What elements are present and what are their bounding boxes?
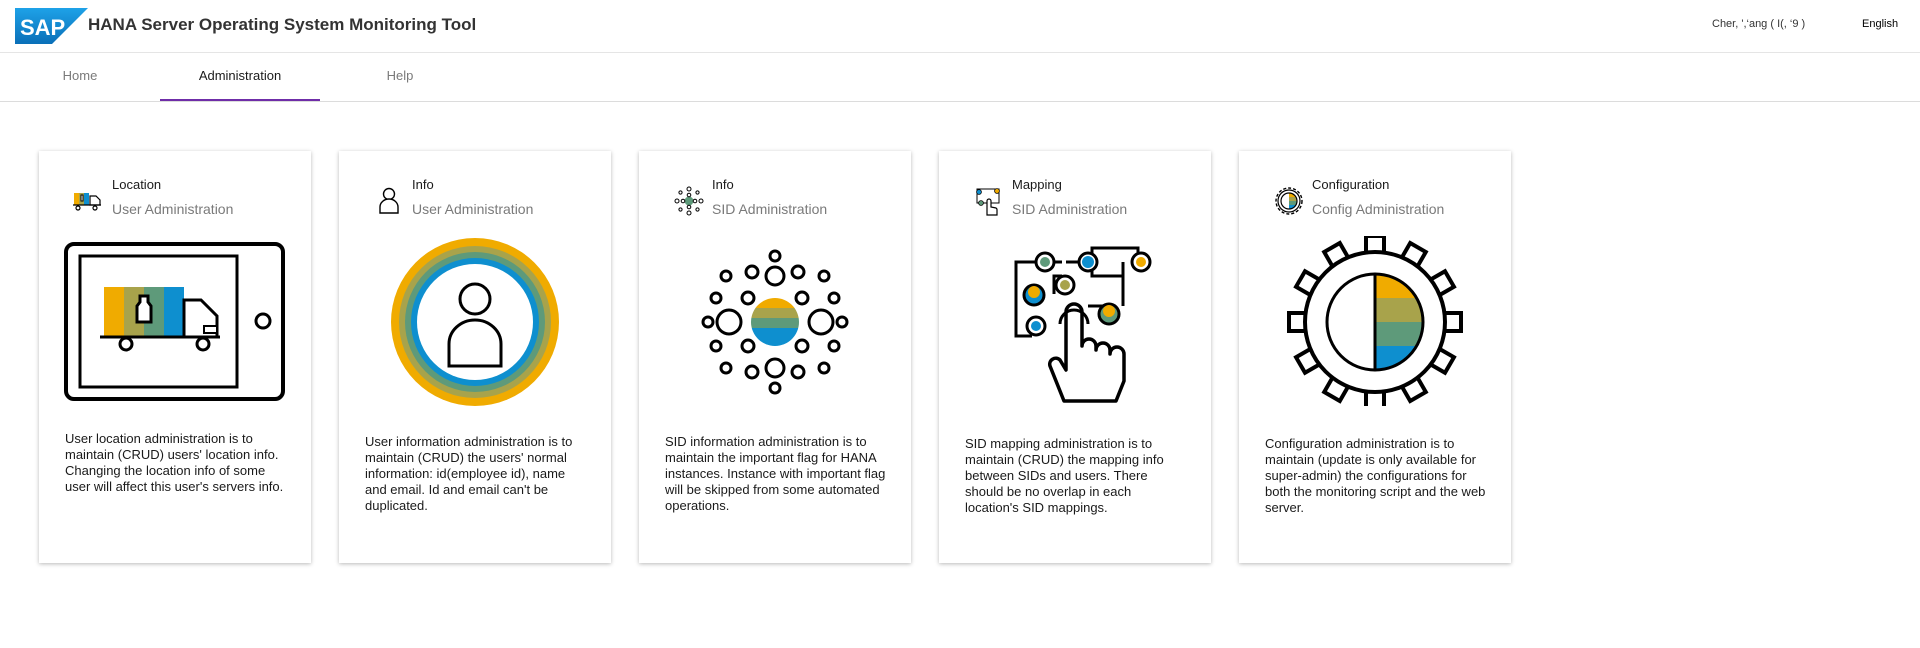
tab-help[interactable]: Help — [360, 53, 440, 99]
top-bar: SAP HANA Server Operating System Monitor… — [0, 0, 1920, 53]
tablet-truck-illustration — [64, 242, 285, 401]
card-title: Mapping — [1012, 177, 1062, 192]
location-user-admin-card[interactable]: Location User Administration User locati… — [39, 151, 311, 563]
app-title: HANA Server Operating System Monitoring … — [88, 15, 477, 34]
card-title: Configuration — [1312, 177, 1390, 192]
card-subtitle: Config Administration — [1312, 201, 1445, 217]
tab-administration[interactable]: Administration — [160, 53, 320, 101]
truck-icon — [73, 193, 101, 211]
sap-logo-text: SAP — [20, 15, 65, 40]
card-subtitle: SID Administration — [1012, 201, 1128, 217]
tab-home[interactable]: Home — [40, 53, 120, 99]
card-title: Location — [112, 177, 162, 192]
mapping-touch-icon — [976, 188, 1000, 216]
language-selector[interactable]: English — [1862, 18, 1898, 30]
card-title: Info — [712, 177, 734, 192]
card-subtitle: User Administration — [412, 201, 534, 217]
tab-bar: Home Administration Help — [0, 53, 1920, 102]
card-description: Configuration administration is to maint… — [1265, 436, 1486, 515]
info-user-admin-card[interactable]: Info User Administration User informatio… — [339, 151, 611, 563]
info-sid-admin-card[interactable]: Info SID Administration SID information … — [639, 151, 911, 563]
sap-logo[interactable]: SAP — [15, 8, 88, 44]
person-icon — [379, 187, 399, 214]
mapping-sid-admin-card[interactable]: Mapping SID Administration SID mapping a… — [939, 151, 1211, 563]
user-name[interactable]: Cher, ',‘ang ( I(, ‘9 ) — [1712, 18, 1805, 30]
person-circle-illustration — [391, 238, 559, 406]
card-description: User location administration is to maint… — [65, 431, 284, 494]
configuration-admin-card[interactable]: Configuration Config Administration Conf… — [1239, 151, 1511, 563]
dots-cluster-illustration — [701, 249, 849, 395]
card-description: User information administration is to ma… — [365, 434, 573, 513]
gear-illustration — [1287, 236, 1463, 406]
mapping-touch-illustration — [1014, 246, 1152, 403]
card-description: SID mapping administration is to maintai… — [965, 436, 1164, 515]
gear-icon — [1275, 187, 1303, 215]
card-title: Info — [412, 177, 434, 192]
card-subtitle: SID Administration — [712, 201, 828, 217]
dots-cluster-icon — [674, 186, 704, 216]
card-subtitle: User Administration — [112, 201, 234, 217]
card-description: SID information administration is to mai… — [665, 434, 886, 513]
